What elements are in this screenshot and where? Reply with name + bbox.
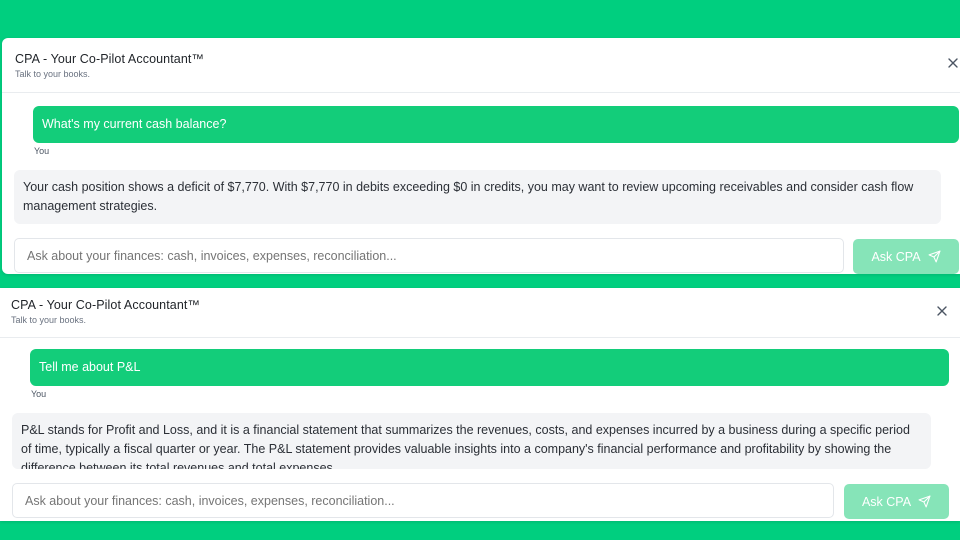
chat-header: CPA - Your Co-Pilot Accountant™ Talk to … xyxy=(0,288,960,338)
chat-panel: CPA - Your Co-Pilot Accountant™ Talk to … xyxy=(0,288,960,521)
user-label: You xyxy=(31,389,47,399)
chat-title: CPA - Your Co-Pilot Accountant™ xyxy=(11,298,201,312)
chat-panel: CPA - Your Co-Pilot Accountant™ Talk to … xyxy=(2,38,960,274)
assistant-message: P&L stands for Profit and Loss, and it i… xyxy=(12,413,931,469)
ask-cpa-label: Ask CPA xyxy=(871,249,921,264)
send-icon xyxy=(928,250,941,263)
chat-header: CPA - Your Co-Pilot Accountant™ Talk to … xyxy=(2,38,960,93)
send-icon xyxy=(918,495,931,508)
chat-subtitle: Talk to your books. xyxy=(11,315,87,325)
close-icon[interactable] xyxy=(946,56,960,70)
ask-cpa-button[interactable]: Ask CPA xyxy=(853,239,959,274)
chat-title: CPA - Your Co-Pilot Accountant™ xyxy=(15,52,205,66)
ask-cpa-button[interactable]: Ask CPA xyxy=(844,484,949,519)
user-message: Tell me about P&L xyxy=(30,349,949,386)
question-input[interactable] xyxy=(14,238,844,273)
user-message: What's my current cash balance? xyxy=(33,106,959,143)
chat-subtitle: Talk to your books. xyxy=(15,69,91,79)
close-icon[interactable] xyxy=(935,304,949,318)
question-input[interactable] xyxy=(12,483,834,518)
assistant-message: Your cash position shows a deficit of $7… xyxy=(14,170,941,224)
user-label: You xyxy=(34,146,50,156)
ask-cpa-label: Ask CPA xyxy=(861,494,912,509)
